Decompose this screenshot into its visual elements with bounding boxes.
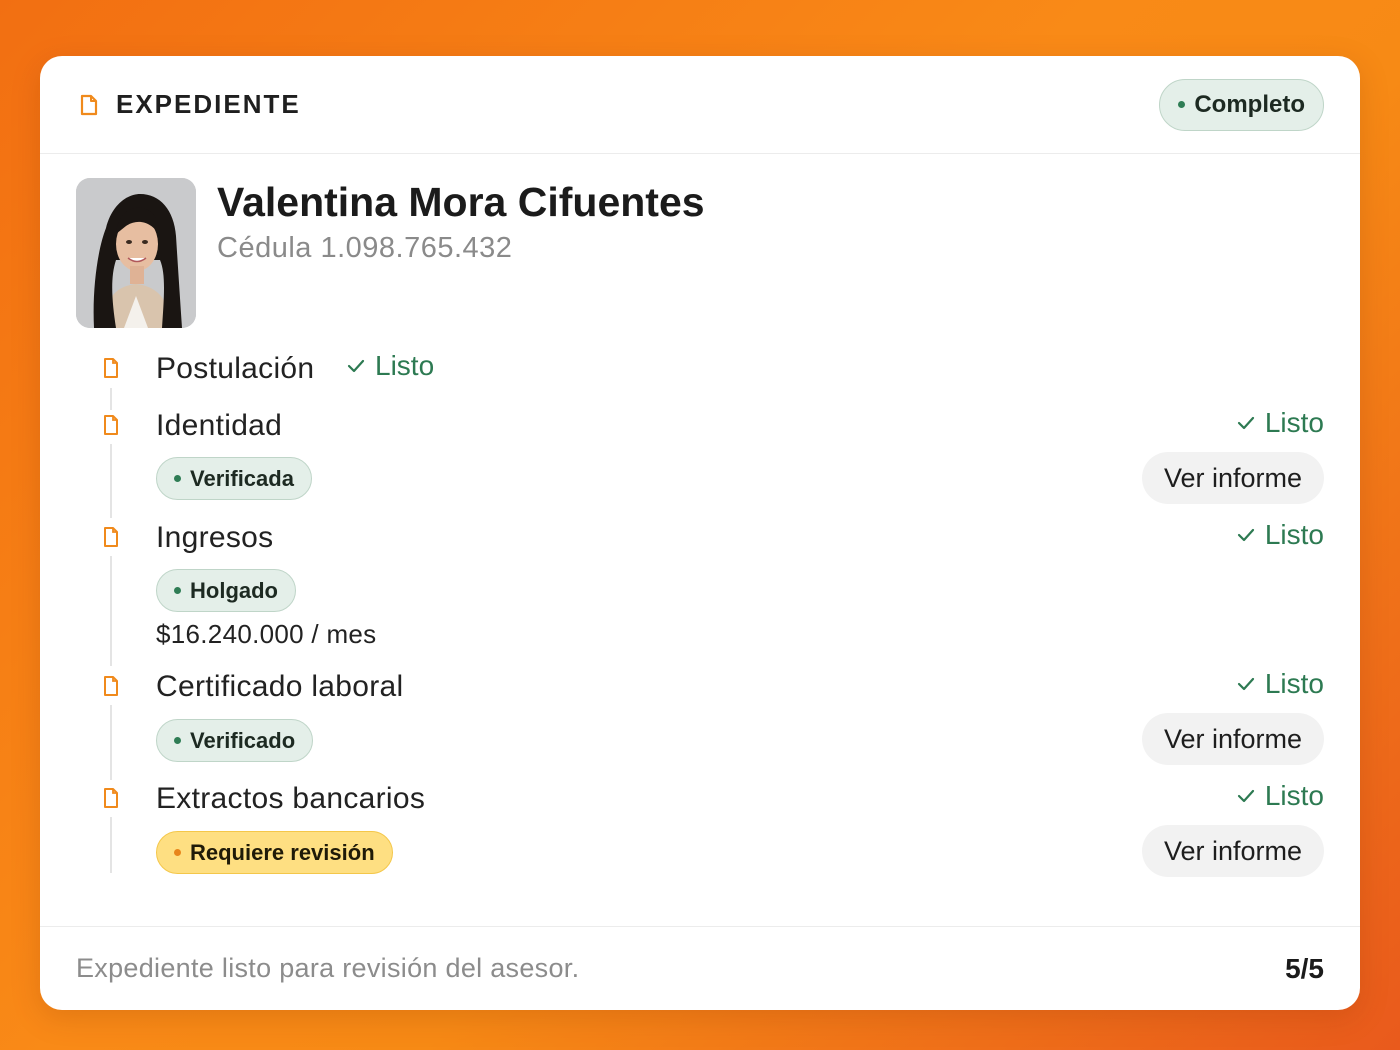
income-badge: Holgado [156, 569, 296, 612]
badge-label: Requiere revisión [190, 839, 375, 865]
item-status-label: Listo [1264, 668, 1324, 699]
check-icon [347, 359, 365, 373]
card-footer: Expediente listo para revisión del aseso… [40, 926, 1360, 1010]
progress-count: 5/5 [1285, 952, 1324, 984]
item-status-extractos: Listo [1237, 780, 1324, 812]
review-badge: Requiere revisión [156, 831, 393, 874]
view-report-button-identidad[interactable]: Ver informe [1141, 452, 1324, 504]
view-report-button-certificado[interactable]: Ver informe [1141, 713, 1324, 765]
item-status-certificado: Listo [1237, 668, 1324, 700]
badge-dot [174, 849, 181, 856]
document-timeline: Postulación Listo Identidad Listo Verifi… [40, 56, 1360, 1010]
document-icon [104, 358, 118, 378]
badge-label: Verificado [190, 727, 296, 753]
check-icon [1237, 789, 1254, 803]
badge-label: Verificada [190, 465, 294, 491]
check-icon [1237, 528, 1254, 542]
timeline-connector [110, 388, 112, 410]
item-status-postulacion: Listo [347, 350, 434, 382]
item-status-label: Listo [375, 350, 435, 381]
item-title-ingresos: Ingresos [156, 521, 274, 554]
verification-badge: Verificado [156, 719, 314, 762]
view-report-button-extractos[interactable]: Ver informe [1141, 825, 1324, 877]
item-title-identidad: Identidad [156, 409, 283, 442]
timeline-connector [110, 556, 112, 666]
document-icon [104, 415, 118, 435]
badge-dot [174, 737, 181, 744]
item-title-certificado: Certificado laboral [156, 670, 404, 703]
check-icon [1237, 416, 1254, 430]
item-title-postulacion: Postulación [156, 352, 315, 385]
document-icon [104, 788, 118, 808]
badge-dot [174, 475, 181, 482]
document-icon [104, 676, 118, 696]
item-status-identidad: Listo [1237, 407, 1324, 439]
item-status-label: Listo [1264, 519, 1324, 550]
expediente-card: EXPEDIENTE Completo Valentina Mora Cifue [40, 56, 1360, 1010]
badge-dot [174, 587, 181, 594]
item-status-ingresos: Listo [1237, 519, 1324, 551]
timeline-connector [110, 817, 112, 873]
check-icon [1237, 677, 1254, 691]
timeline-connector [110, 705, 112, 780]
verification-badge: Verificada [156, 457, 312, 500]
footer-message: Expediente listo para revisión del aseso… [76, 953, 580, 983]
income-amount: $16.240.000 / mes [156, 619, 377, 649]
timeline-connector [110, 444, 112, 518]
item-status-label: Listo [1264, 780, 1324, 811]
badge-label: Holgado [190, 577, 278, 603]
document-icon [104, 527, 118, 547]
item-title-extractos: Extractos bancarios [156, 782, 426, 815]
item-status-label: Listo [1264, 407, 1324, 438]
